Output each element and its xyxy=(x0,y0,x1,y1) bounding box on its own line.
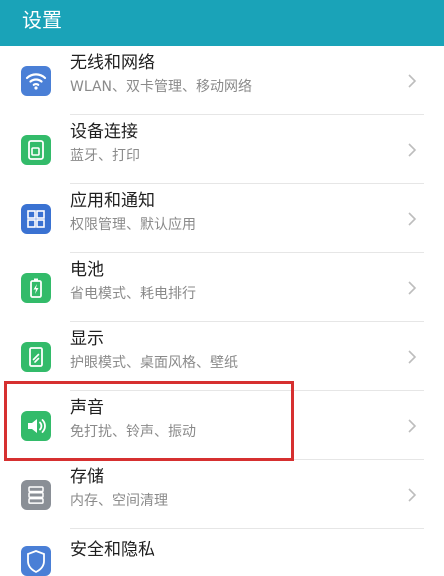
setting-title: 无线和网络 xyxy=(70,53,155,73)
device-connection-icon xyxy=(21,134,51,165)
setting-item-device-connection[interactable]: 设备连接 蓝牙、打印 xyxy=(0,115,444,184)
setting-subtitle: 省电模式、耗电排行 xyxy=(70,286,196,302)
chevron-right-icon xyxy=(408,280,417,295)
battery-icon xyxy=(21,272,51,303)
chevron-right-icon xyxy=(408,487,417,502)
setting-subtitle: 内存、空间清理 xyxy=(70,493,168,509)
chevron-right-icon xyxy=(408,349,417,364)
setting-subtitle: 护眼模式、桌面风格、壁纸 xyxy=(70,355,238,371)
setting-title: 显示 xyxy=(70,329,104,349)
setting-item-security-privacy[interactable]: 安全和隐私 xyxy=(0,529,444,576)
setting-subtitle: 蓝牙、打印 xyxy=(70,148,140,164)
setting-item-battery[interactable]: 电池 省电模式、耗电排行 xyxy=(0,253,444,322)
setting-subtitle: 权限管理、默认应用 xyxy=(70,217,196,233)
setting-title: 电池 xyxy=(70,260,104,280)
setting-title: 安全和隐私 xyxy=(70,540,155,560)
settings-list: 无线和网络 WLAN、双卡管理、移动网络 设备连接 蓝牙、打印 应用和通知 权限… xyxy=(0,46,444,576)
apps-grid-icon xyxy=(21,203,51,234)
storage-icon xyxy=(21,479,51,510)
wifi-icon xyxy=(21,65,51,96)
setting-title: 存储 xyxy=(70,467,104,487)
security-icon xyxy=(21,546,51,576)
page-title: 设置 xyxy=(22,8,62,32)
setting-subtitle: WLAN、双卡管理、移动网络 xyxy=(70,79,253,95)
display-icon xyxy=(21,341,51,372)
chevron-right-icon xyxy=(408,73,417,88)
chevron-right-icon xyxy=(408,211,417,226)
setting-item-storage[interactable]: 存储 内存、空间清理 xyxy=(0,460,444,529)
app-header: 设置 xyxy=(0,0,444,46)
setting-title: 设备连接 xyxy=(70,122,138,142)
setting-item-apps-notifications[interactable]: 应用和通知 权限管理、默认应用 xyxy=(0,184,444,253)
setting-title: 应用和通知 xyxy=(70,191,155,211)
chevron-right-icon xyxy=(408,418,417,433)
setting-item-wireless-network[interactable]: 无线和网络 WLAN、双卡管理、移动网络 xyxy=(0,46,444,115)
chevron-right-icon xyxy=(408,142,417,157)
highlight-box xyxy=(4,381,294,461)
